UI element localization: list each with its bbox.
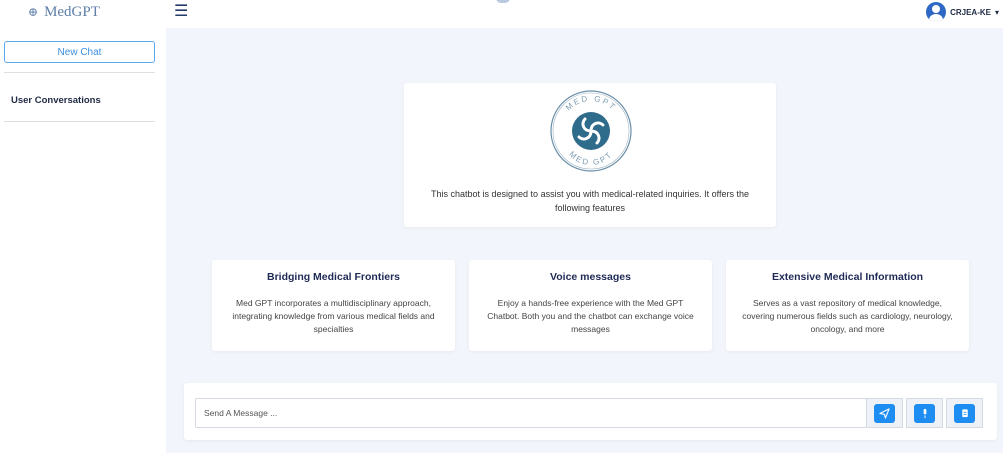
send-icon bbox=[879, 407, 890, 419]
intro-card: MED GPT MED GPT This chatbot is designed… bbox=[404, 83, 776, 227]
document-icon bbox=[961, 408, 968, 417]
medgpt-emblem-icon: MED GPT MED GPT bbox=[550, 90, 632, 172]
feature-description: Med GPT incorporates a multidisciplinary… bbox=[232, 298, 435, 334]
feature-description: Serves as a vast repository of medical k… bbox=[742, 298, 953, 334]
user-avatar-icon bbox=[926, 2, 947, 22]
file-button-wrap bbox=[946, 398, 983, 428]
top-bar bbox=[166, 0, 1003, 28]
feature-description: Enjoy a hands-free experience with the M… bbox=[487, 298, 694, 334]
feature-card-voice: Voice messages Enjoy a hands-free experi… bbox=[469, 260, 712, 351]
message-input[interactable] bbox=[195, 398, 867, 428]
feature-card-frontiers: Bridging Medical Frontiers Med GPT incor… bbox=[212, 260, 455, 351]
voice-record-button[interactable] bbox=[914, 403, 935, 423]
document-button[interactable] bbox=[954, 403, 975, 423]
send-button-wrap bbox=[866, 398, 903, 428]
chevron-down-icon: ▾ bbox=[994, 7, 999, 17]
new-chat-button[interactable]: New Chat bbox=[4, 41, 155, 63]
feature-title: Bridging Medical Frontiers bbox=[266, 271, 400, 283]
microphone-icon bbox=[923, 408, 926, 418]
message-composer bbox=[184, 383, 997, 440]
user-conversations-heading: User Conversations bbox=[11, 95, 101, 106]
feature-title: Extensive Medical Information bbox=[771, 271, 924, 283]
intro-description: This chatbot is designed to assist you w… bbox=[431, 189, 749, 213]
username-label: CRJEA-KE bbox=[950, 7, 991, 17]
sidebar: ⊕ MedGPT New Chat User Conversations bbox=[0, 0, 166, 453]
mic-button-wrap bbox=[906, 398, 943, 428]
logo-icon: ⊕ bbox=[28, 5, 39, 19]
sidebar-divider bbox=[4, 72, 155, 73]
user-menu[interactable]: CRJEA-KE ▾ bbox=[926, 2, 999, 22]
sidebar-divider bbox=[4, 121, 155, 122]
hamburger-menu-icon[interactable]: ☰ bbox=[174, 4, 188, 20]
feature-title: Voice messages bbox=[550, 271, 631, 283]
app-title: MedGPT bbox=[44, 4, 100, 20]
send-button[interactable] bbox=[874, 403, 895, 423]
feature-card-information: Extensive Medical Information Serves as … bbox=[726, 260, 969, 351]
app-logo[interactable]: ⊕ MedGPT bbox=[28, 4, 100, 21]
